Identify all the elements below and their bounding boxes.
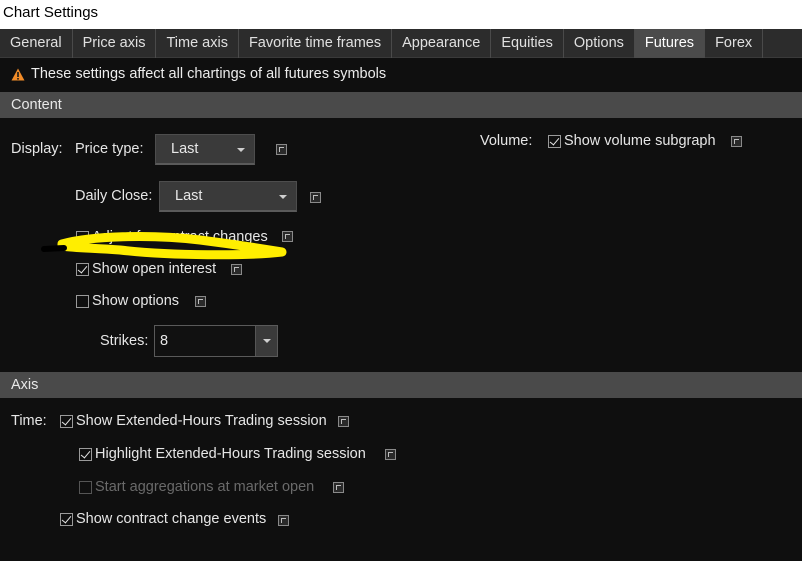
open-interest-checkbox[interactable]: Show open interest: [76, 261, 216, 277]
chevron-down-icon: [263, 339, 271, 343]
strikes-label: Strikes:: [100, 333, 149, 349]
warning-icon: [11, 68, 25, 80]
adjust-contract-label: Adjust for contract changes: [92, 229, 268, 245]
open-interest-label: Show open interest: [92, 261, 217, 277]
price-type-pin-icon[interactable]: [276, 144, 287, 155]
ext-hours-label: Show Extended-Hours Trading session: [76, 413, 327, 429]
contract-events-pin-icon[interactable]: [278, 515, 289, 526]
tab-forex[interactable]: Forex: [705, 29, 764, 58]
tab-equities[interactable]: Equities: [491, 29, 564, 58]
highlight-ext-label: Highlight Extended-Hours Trading session: [95, 446, 366, 462]
tab-general[interactable]: General: [0, 29, 73, 58]
price-type-dropdown[interactable]: Last: [155, 134, 255, 165]
tab-appearance[interactable]: Appearance: [392, 29, 492, 58]
checkbox-box: [76, 230, 89, 244]
adjust-contract-checkbox[interactable]: Adjust for contract changes: [76, 229, 268, 245]
notice-text: These settings affect all chartings of a…: [31, 66, 387, 82]
window-title: Chart Settings: [0, 0, 802, 29]
display-label: Display:: [11, 141, 63, 157]
volume-subgraph-label: Show volume subgraph: [564, 133, 716, 149]
contract-events-label: Show contract change events: [76, 511, 267, 527]
start-aggregations-label: Start aggregations at market open: [95, 479, 315, 495]
tab-futures[interactable]: Futures: [634, 29, 706, 58]
highlight-ext-checkbox[interactable]: Highlight Extended-Hours Trading session: [79, 446, 366, 462]
axis-section-header: Axis: [0, 372, 802, 398]
checkbox-box: [548, 134, 561, 148]
volume-subgraph-checkbox[interactable]: Show volume subgraph: [548, 133, 716, 149]
yellow-highlight-annotation: [41, 232, 287, 260]
chevron-down-icon: [237, 148, 245, 152]
content-section-header: Content: [0, 92, 802, 118]
checkbox-box: [79, 480, 92, 494]
daily-close-pin-icon[interactable]: [310, 192, 321, 203]
daily-close-dropdown[interactable]: Last: [159, 181, 297, 212]
chevron-down-icon: [279, 195, 287, 199]
open-interest-pin-icon[interactable]: [231, 264, 242, 275]
adjust-contract-pin-icon[interactable]: [282, 231, 293, 242]
time-label: Time:: [11, 413, 47, 429]
tab-favorite-time-frames[interactable]: Favorite time frames: [239, 29, 393, 58]
checkbox-box: [79, 447, 92, 461]
show-options-checkbox[interactable]: Show options: [76, 293, 179, 309]
highlight-ext-pin-icon[interactable]: [385, 449, 396, 460]
futures-notice: These settings affect all chartings of a…: [11, 66, 386, 82]
tab-price-axis[interactable]: Price axis: [73, 29, 157, 58]
show-options-label: Show options: [92, 293, 180, 309]
tab-options[interactable]: Options: [564, 29, 635, 58]
contract-events-checkbox[interactable]: Show contract change events: [60, 511, 266, 527]
strikes-value: 8: [160, 333, 169, 349]
show-options-pin-icon[interactable]: [195, 296, 206, 307]
checkbox-box: [76, 294, 89, 308]
start-aggregations-checkbox[interactable]: Start aggregations at market open: [79, 479, 314, 495]
strikes-dropdown-button[interactable]: [255, 326, 277, 356]
start-aggregations-pin-icon[interactable]: [333, 482, 344, 493]
tab-time-axis[interactable]: Time axis: [156, 29, 239, 58]
checkbox-box: [60, 414, 73, 428]
checkbox-box: [76, 262, 89, 276]
tab-bar: General Price axis Time axis Favorite ti…: [0, 29, 802, 58]
daily-close-value: Last: [175, 188, 203, 204]
ext-hours-checkbox[interactable]: Show Extended-Hours Trading session: [60, 413, 327, 429]
daily-close-label: Daily Close:: [75, 188, 153, 204]
ext-hours-pin-icon[interactable]: [338, 416, 349, 427]
volume-subgraph-pin-icon[interactable]: [731, 136, 742, 147]
price-type-label: Price type:: [75, 141, 144, 157]
price-type-value: Last: [171, 141, 199, 157]
strikes-stepper[interactable]: 8: [154, 325, 278, 357]
volume-label: Volume:: [480, 133, 533, 149]
checkbox-box: [60, 512, 73, 526]
